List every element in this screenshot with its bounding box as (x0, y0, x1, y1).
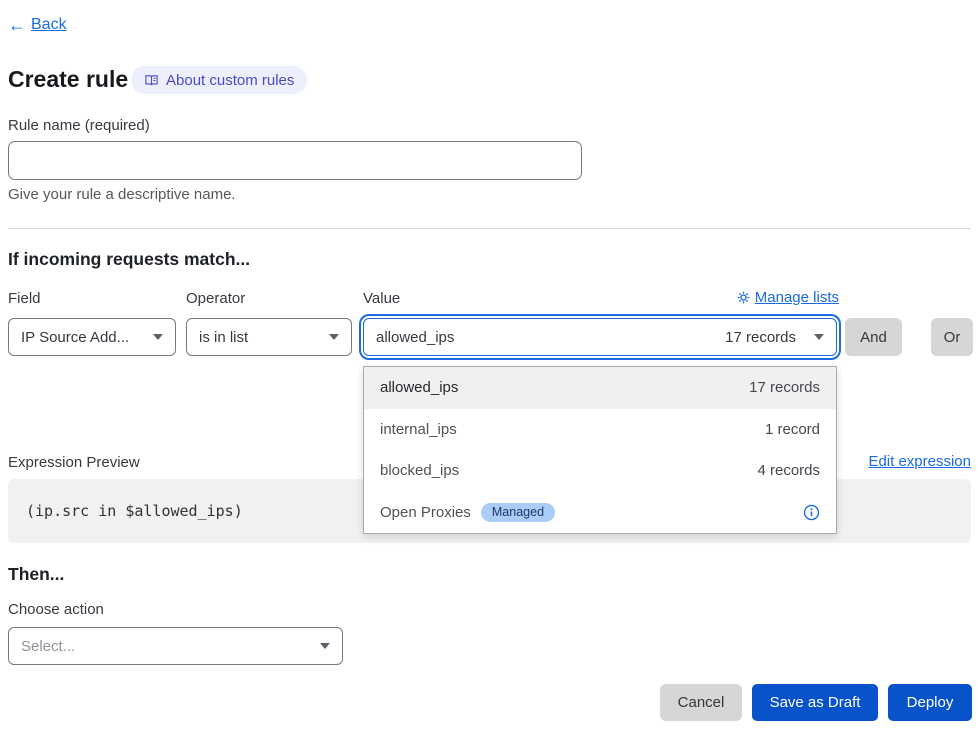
value-select-record-count: 17 records (725, 329, 796, 346)
list-option-name: allowed_ips (380, 379, 458, 396)
left-arrow-icon: ← (8, 16, 26, 34)
edit-expression-label: Edit expression (868, 453, 971, 470)
manage-lists-label: Manage lists (755, 289, 839, 306)
value-select-value: allowed_ips (376, 329, 725, 346)
section-divider (8, 228, 971, 229)
save-as-draft-button[interactable]: Save as Draft (752, 684, 878, 721)
back-label: Back (31, 16, 67, 34)
create-rule-page: ← Back Create rule About custom rules Ru… (0, 0, 979, 739)
field-label: Field (8, 290, 41, 307)
action-select-placeholder: Select... (21, 638, 312, 655)
and-button[interactable]: And (845, 318, 902, 356)
field-select[interactable]: IP Source Add... (8, 318, 176, 356)
list-option-name: Open Proxies (380, 504, 471, 521)
edit-expression-link[interactable]: Edit expression (868, 453, 971, 470)
rule-name-label: Rule name (required) (8, 117, 150, 134)
deploy-button[interactable]: Deploy (888, 684, 972, 721)
expression-code: (ip.src in $allowed_ips) (26, 502, 243, 520)
about-custom-rules-label: About custom rules (166, 72, 294, 89)
action-select[interactable]: Select... (8, 627, 343, 665)
match-section-heading: If incoming requests match... (8, 249, 250, 270)
manage-lists-link[interactable]: Manage lists (737, 289, 839, 306)
rule-name-helper: Give your rule a descriptive name. (8, 186, 236, 203)
chevron-down-icon (329, 334, 339, 340)
back-link[interactable]: ← Back (8, 16, 67, 34)
list-option-name: blocked_ips (380, 462, 459, 479)
chevron-down-icon (153, 334, 163, 340)
chevron-down-icon (814, 334, 824, 340)
list-option-count: 17 records (749, 379, 820, 396)
list-option-open-proxies[interactable]: Open Proxies Managed (364, 492, 836, 534)
list-option-allowed-ips[interactable]: allowed_ips 17 records (364, 367, 836, 409)
list-option-internal-ips[interactable]: internal_ips 1 record (364, 409, 836, 451)
rule-name-input[interactable] (8, 141, 582, 180)
list-dropdown-menu: allowed_ips 17 records internal_ips 1 re… (363, 366, 837, 534)
field-select-value: IP Source Add... (21, 329, 145, 346)
operator-label: Operator (186, 290, 245, 307)
info-icon[interactable] (803, 504, 820, 521)
choose-action-label: Choose action (8, 601, 104, 618)
then-section-heading: Then... (8, 564, 64, 585)
chevron-down-icon (320, 643, 330, 649)
gear-icon (737, 291, 750, 304)
list-option-count: 1 record (765, 421, 820, 438)
page-title: Create rule (8, 66, 128, 93)
list-option-name: internal_ips (380, 421, 457, 438)
operator-select-value: is in list (199, 329, 321, 346)
about-custom-rules-link[interactable]: About custom rules (131, 66, 307, 94)
value-select[interactable]: allowed_ips 17 records (363, 318, 837, 356)
operator-select[interactable]: is in list (186, 318, 352, 356)
list-option-count: 4 records (757, 462, 820, 479)
expression-preview-label: Expression Preview (8, 454, 140, 471)
list-option-blocked-ips[interactable]: blocked_ips 4 records (364, 450, 836, 492)
or-button[interactable]: Or (931, 318, 973, 356)
value-label: Value (363, 290, 400, 307)
cancel-button[interactable]: Cancel (660, 684, 742, 721)
book-icon (144, 73, 159, 88)
managed-badge: Managed (481, 503, 555, 522)
